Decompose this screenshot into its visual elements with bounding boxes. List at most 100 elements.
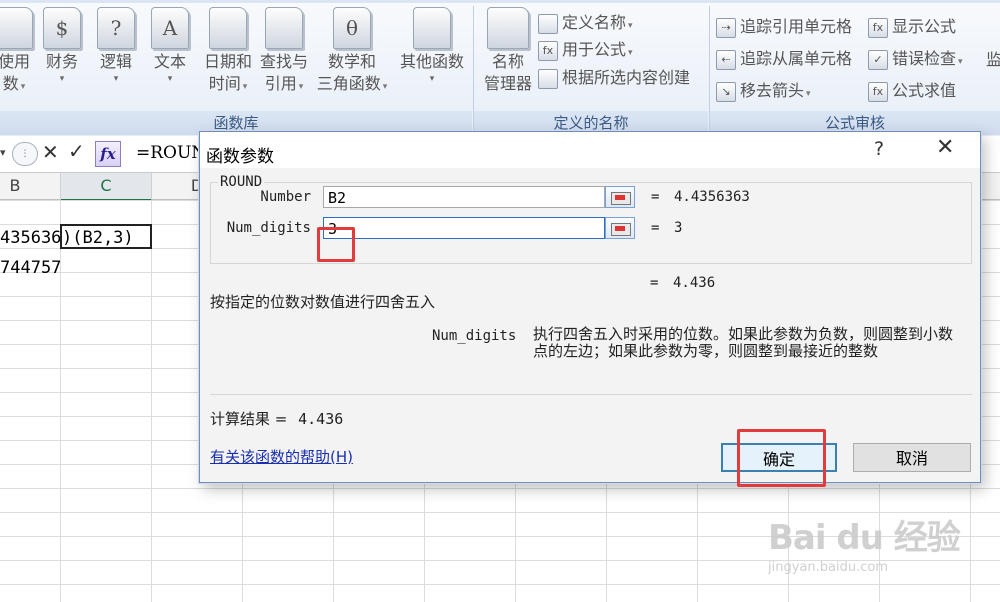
more-functions-button[interactable]: 其他函数 ▾ bbox=[396, 7, 468, 85]
function-help-link[interactable]: 有关该函数的帮助(H) bbox=[210, 446, 353, 467]
use-in-formula-label: 用于公式 bbox=[562, 40, 627, 59]
cancel-entry-icon[interactable]: ✕ bbox=[42, 140, 59, 164]
chevron-down-icon: ▾ bbox=[958, 57, 963, 67]
error-checking-button[interactable]: ✓ 错误检查 ▾ bbox=[868, 46, 963, 72]
watermark-url: jingyan.baidu.com bbox=[768, 560, 888, 575]
chevron-down-icon: ▾ bbox=[628, 21, 633, 31]
logical-button[interactable]: ? 逻辑 ▾ bbox=[94, 7, 138, 85]
recently-used-label-1: 使用 bbox=[0, 52, 30, 71]
trace-precedents-button[interactable]: ⇢ 追踪引用单元格 bbox=[716, 14, 852, 40]
math-trig-button[interactable]: θ 数学和 三角函数 ▾ bbox=[312, 7, 392, 98]
use-in-formula-button[interactable]: fx 用于公式 ▾ bbox=[538, 37, 633, 63]
insert-function-icon[interactable]: fx bbox=[95, 141, 121, 167]
date-time-label-1: 日期和 bbox=[203, 52, 252, 71]
cancel-button[interactable]: 取消 bbox=[853, 443, 971, 472]
evaluate-formula-icon: fx bbox=[868, 81, 888, 102]
date-time-label-2: 时间 bbox=[208, 74, 241, 93]
show-formulas-label: 显示公式 bbox=[892, 17, 957, 36]
financial-book-icon: $ bbox=[43, 7, 81, 49]
trace-dependents-button[interactable]: ⇠ 追踪从属单元格 bbox=[716, 46, 852, 72]
chevron-down-icon: ▾ bbox=[167, 74, 173, 84]
create-from-selection-label: 根据所选内容创建 bbox=[562, 68, 691, 87]
column-header-b[interactable]: B bbox=[0, 173, 61, 200]
chevron-down-icon: ▾ bbox=[628, 48, 633, 58]
range-icon-mark bbox=[615, 195, 625, 200]
overall-result: 4.436 bbox=[673, 275, 716, 291]
math-label-1: 数学和 bbox=[327, 52, 376, 71]
baidu-jingyan-watermark: Bai du 经验 jingyan.baidu.com bbox=[768, 510, 988, 590]
cell-b2[interactable]: 4356363 bbox=[0, 226, 60, 250]
math-trig-book-icon: θ bbox=[333, 7, 371, 49]
lookup-label-1: 查找与 bbox=[259, 52, 308, 71]
more-functions-book-icon bbox=[413, 7, 451, 49]
show-formulas-icon: fx bbox=[868, 17, 888, 38]
function-name: ROUND bbox=[218, 174, 265, 190]
trace-dependents-icon: ⇠ bbox=[716, 49, 736, 70]
date-time-book-icon bbox=[209, 7, 247, 49]
function-library-group: 使用 数 ▾ $ 财务 ▾ ? 逻辑 ▾ A 文本 ▾ 日期和 时间 ▾ 查找与 引… bbox=[0, 3, 472, 135]
name-manager-label-1: 名称 bbox=[491, 52, 524, 71]
lookup-reference-button[interactable]: 查找与 引用 ▾ bbox=[256, 7, 312, 98]
param-description: 执行四舍五入时采用的位数。如果此参数为负数，则圆整到小数点的左边；如果此参数为零… bbox=[533, 325, 954, 360]
chevron-down-icon: ▾ bbox=[298, 82, 304, 92]
more-functions-label: 其他函数 bbox=[399, 52, 464, 71]
remove-arrows-button[interactable]: ↘ 移去箭头 ▾ bbox=[716, 78, 811, 104]
ok-button-highlight bbox=[737, 429, 826, 487]
formula-bar-handle-icon[interactable]: ⋮ bbox=[12, 142, 38, 166]
collapse-dialog-icon[interactable] bbox=[605, 217, 635, 239]
help-icon[interactable]: ? bbox=[874, 138, 884, 160]
watch-window-button[interactable]: 监 bbox=[984, 49, 1000, 71]
name-manager-button[interactable]: 名称 管理器 bbox=[478, 7, 538, 95]
logical-glyph: ? bbox=[110, 16, 122, 40]
name-box-dropdown-icon[interactable]: ▾ bbox=[0, 142, 8, 164]
formula-auditing-group: ⇢ 追踪引用单元格 ⇠ 追踪从属单元格 ↘ 移去箭头 ▾ fx 显示公式 ✓ 错误检查 ▾ f… bbox=[710, 3, 1000, 135]
logical-label: 逻辑 bbox=[99, 52, 132, 71]
confirm-entry-icon[interactable]: ✓ bbox=[68, 139, 85, 163]
remove-arrows-icon: ↘ bbox=[716, 81, 736, 102]
date-time-button[interactable]: 日期和 时间 ▾ bbox=[200, 7, 256, 98]
fx-icon: fx bbox=[538, 40, 558, 61]
defined-names-group: 名称 管理器 定义名称 ▾ fx 用于公式 ▾ 根据所选内容创建 定义的名称 bbox=[474, 3, 708, 135]
watermark-logo: Bai du 经验 bbox=[768, 518, 961, 558]
cell-c2[interactable]: )(B2,3) bbox=[62, 226, 150, 250]
trace-dependents-label: 追踪从属单元格 bbox=[740, 49, 853, 68]
param-name: Num_digits bbox=[432, 328, 517, 344]
remove-arrows-label: 移去箭头 bbox=[740, 81, 805, 100]
number-equals: = bbox=[651, 189, 660, 205]
num-digits-result: 3 bbox=[674, 220, 683, 236]
define-name-button[interactable]: 定义名称 ▾ bbox=[538, 10, 633, 36]
recently-used-icon bbox=[0, 7, 33, 49]
chevron-down-icon: ▾ bbox=[382, 82, 388, 92]
error-checking-label: 错误检查 bbox=[892, 49, 957, 68]
chevron-down-icon: ▾ bbox=[59, 74, 65, 84]
function-description: 按指定的位数对数值进行四舍五入 bbox=[210, 293, 436, 311]
cell-b3[interactable]: 744757 bbox=[0, 256, 60, 280]
watch-window-label: 监 bbox=[985, 50, 1000, 69]
chevron-down-icon: ▾ bbox=[113, 74, 119, 84]
recently-used-button[interactable]: 使用 数 ▾ bbox=[0, 7, 42, 98]
text-book-icon: A bbox=[151, 7, 189, 49]
text-button[interactable]: A 文本 ▾ bbox=[148, 7, 192, 85]
show-formulas-button[interactable]: fx 显示公式 bbox=[868, 14, 956, 40]
financial-button[interactable]: $ 财务 ▾ bbox=[40, 7, 84, 85]
chevron-down-icon: ▾ bbox=[242, 82, 248, 92]
number-input[interactable]: B2 bbox=[323, 186, 605, 208]
lookup-reference-book-icon bbox=[265, 7, 303, 49]
collapse-dialog-icon[interactable] bbox=[605, 186, 635, 208]
text-label: 文本 bbox=[153, 52, 186, 71]
calc-result-value: 4.436 bbox=[298, 410, 344, 428]
num-digits-highlight bbox=[317, 227, 355, 262]
evaluate-formula-button[interactable]: fx 公式求值 bbox=[868, 78, 956, 104]
define-name-label: 定义名称 bbox=[562, 13, 627, 32]
calc-result: 计算结果 = 4.436 bbox=[210, 408, 343, 429]
lookup-label-2: 引用 bbox=[264, 74, 297, 93]
column-header-c[interactable]: C bbox=[61, 173, 152, 201]
close-icon[interactable]: ✕ bbox=[936, 135, 954, 160]
num-digits-input[interactable]: 3 bbox=[323, 217, 605, 239]
define-name-icon bbox=[538, 13, 558, 34]
create-from-selection-button[interactable]: 根据所选内容创建 bbox=[538, 65, 690, 91]
text-glyph: A bbox=[162, 16, 178, 40]
overall-equals: = bbox=[650, 275, 659, 291]
dialog-title: 函数参数 bbox=[206, 147, 274, 167]
num-digits-equals: = bbox=[651, 220, 660, 236]
